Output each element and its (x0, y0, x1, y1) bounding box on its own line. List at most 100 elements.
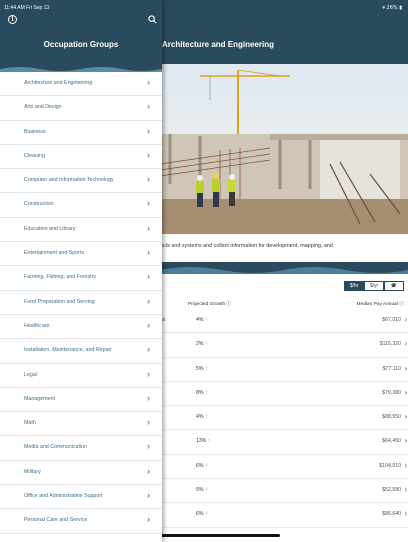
group-label: Legal (24, 371, 37, 378)
chevron-right-icon: › (147, 392, 150, 403)
chevron-right-icon: › (147, 344, 150, 355)
list-item[interactable]: Architecture and Engineering › (0, 72, 162, 97)
growth-value: 5% ↑ (196, 487, 208, 494)
list-item[interactable]: Arts and Design › (0, 96, 162, 121)
group-label: Math (24, 420, 36, 427)
group-label: Entertainment and Sports (24, 250, 85, 257)
table-row[interactable]: 5% ↑ $52,580 › (160, 479, 408, 504)
group-label: Management (24, 395, 55, 402)
table-row[interactable]: 5% ↑ $77,110 › (160, 358, 408, 382)
chevron-right-icon: › (147, 149, 150, 160)
group-label: Military (24, 468, 41, 475)
toggle-annual[interactable]: $/yr (364, 281, 384, 291)
pay-value: $88,550 (382, 414, 401, 421)
group-label: Farming, Fishing, and Forestry (24, 274, 97, 281)
search-icon[interactable] (148, 15, 157, 24)
group-label: Architecture and Engineering (24, 80, 93, 86)
growth-value: 8% ↑ (196, 389, 208, 396)
home-indicator (160, 534, 280, 537)
toggle-hourly[interactable]: $/hr (344, 281, 364, 291)
median-pay-header[interactable]: Median Pay Annual ⓘ (357, 300, 404, 307)
detail-pane: ▾ 26% ▮ Architecture and Engineering uct… (160, 0, 408, 542)
chevron-right-icon: › (147, 271, 150, 282)
pay-value: $115,320 (379, 341, 401, 348)
chevron-right-icon: › (147, 368, 150, 379)
list-item[interactable]: Education and Library › (0, 217, 162, 243)
sidebar-title: Occupation Groups (43, 40, 119, 49)
occupation-group-description: ucts and systems and collect information… (160, 243, 333, 249)
list-item[interactable]: Computer and Information Technology › (0, 169, 162, 194)
table-row[interactable]: 6% ↑ $104,910 › (160, 455, 408, 480)
chevron-right-icon: › (404, 485, 407, 495)
chevron-right-icon: › (404, 436, 407, 446)
list-item[interactable]: Office and Administrative Support › (0, 485, 162, 510)
list-item[interactable]: Military › (0, 460, 162, 486)
chevron-right-icon: › (404, 460, 407, 470)
list-item[interactable]: Management › (0, 387, 162, 413)
occupation-table: 4% ↑ $67,010 › 2% ↑ $115,320 › 5% ↑ $77,110 › … (160, 309, 408, 528)
pay-value: $104,910 (379, 462, 401, 469)
list-item[interactable]: Personal Care and Service › (0, 509, 162, 534)
group-label: Business (24, 128, 46, 135)
up-arrow-icon: ↑ (207, 438, 211, 445)
chevron-right-icon: › (147, 465, 150, 476)
chevron-right-icon: › (147, 441, 150, 452)
chevron-right-icon: › (147, 125, 150, 136)
chevron-right-icon: › (404, 339, 407, 349)
up-arrow-icon: ↑ (204, 365, 208, 372)
chevron-right-icon: › (147, 295, 150, 306)
growth-value: 4% ↑ (196, 317, 208, 323)
table-row[interactable]: 4% ↑ $88,550 › (160, 406, 408, 431)
chevron-right-icon: › (404, 363, 407, 373)
list-item[interactable]: Construction › (0, 193, 162, 218)
list-item[interactable]: Media and Communication › (0, 436, 162, 461)
occupation-group-list: Architecture and Engineering › Arts and D… (0, 72, 162, 534)
projected-growth-header[interactable]: Projected Growth ⓘ (188, 300, 231, 307)
group-label: Construction (24, 201, 54, 208)
status-indicators: ▾ 26% ▮ (382, 5, 402, 11)
chevron-right-icon: › (147, 101, 150, 112)
list-item[interactable]: Legal › (0, 363, 162, 388)
pay-unit-toggle[interactable]: $/hr $/yr 🎓 (344, 281, 404, 291)
group-label: Healthcare (24, 322, 50, 329)
group-label: Installation, Maintenance, and Repair (24, 347, 112, 354)
growth-value: 4% ↑ (196, 414, 208, 421)
growth-value: 2% ↑ (196, 341, 208, 348)
group-label: Personal Care and Service (24, 517, 88, 524)
table-row[interactable]: 4% ↑ $67,010 › (160, 309, 408, 334)
sidebar-header: 11:44 AM Fri Sep 13 i Occupation Groups (0, 0, 162, 64)
toggle-education[interactable]: 🎓 (384, 281, 404, 291)
chevron-right-icon: › (404, 412, 407, 422)
list-item[interactable]: Entertainment and Sports › (0, 242, 162, 267)
occupation-groups-sidebar: 11:44 AM Fri Sep 13 i Occupation Groups … (0, 0, 162, 542)
pay-value: $64,450 (382, 438, 401, 445)
list-item[interactable]: Math › (0, 412, 162, 437)
chevron-right-icon: › (147, 417, 150, 428)
table-row[interactable]: 13% ↑ $64,450 › (160, 430, 408, 455)
chevron-right-icon: › (404, 509, 407, 519)
list-item[interactable]: Food Preparation and Serving › (0, 290, 162, 315)
detail-header: ▾ 26% ▮ Architecture and Engineering (160, 0, 408, 64)
list-item[interactable]: Cleaning › (0, 144, 162, 170)
pay-value: $86,640 (382, 511, 401, 518)
group-label: Office and Administrative Support (24, 493, 103, 500)
growth-value: 5% ↑ (196, 365, 208, 372)
table-row[interactable]: 2% ↑ $115,320 › (160, 333, 408, 358)
pay-value: $77,110 (382, 365, 401, 372)
chevron-right-icon: › (147, 247, 150, 258)
chevron-right-icon: › (404, 315, 407, 324)
hero-image (160, 64, 408, 234)
wave-divider (160, 262, 408, 274)
pay-value: $52,580 (382, 487, 401, 494)
list-item[interactable]: Installation, Maintenance, and Repair › (0, 339, 162, 364)
list-item[interactable]: Farming, Fishing, and Forestry › (0, 266, 162, 291)
info-icon[interactable]: i (8, 15, 17, 24)
status-time: 11:44 AM Fri Sep 13 (4, 5, 50, 11)
list-item[interactable]: Business › (0, 120, 162, 145)
table-row[interactable]: 8% ↑ $79,380 › (160, 382, 408, 407)
detail-title: Architecture and Engineering (162, 40, 275, 49)
group-label: Cleaning (24, 152, 45, 159)
list-item[interactable]: Healthcare › (0, 314, 162, 340)
table-row[interactable]: 6% ↑ $86,640 › (160, 503, 408, 528)
chevron-right-icon: › (147, 514, 150, 525)
